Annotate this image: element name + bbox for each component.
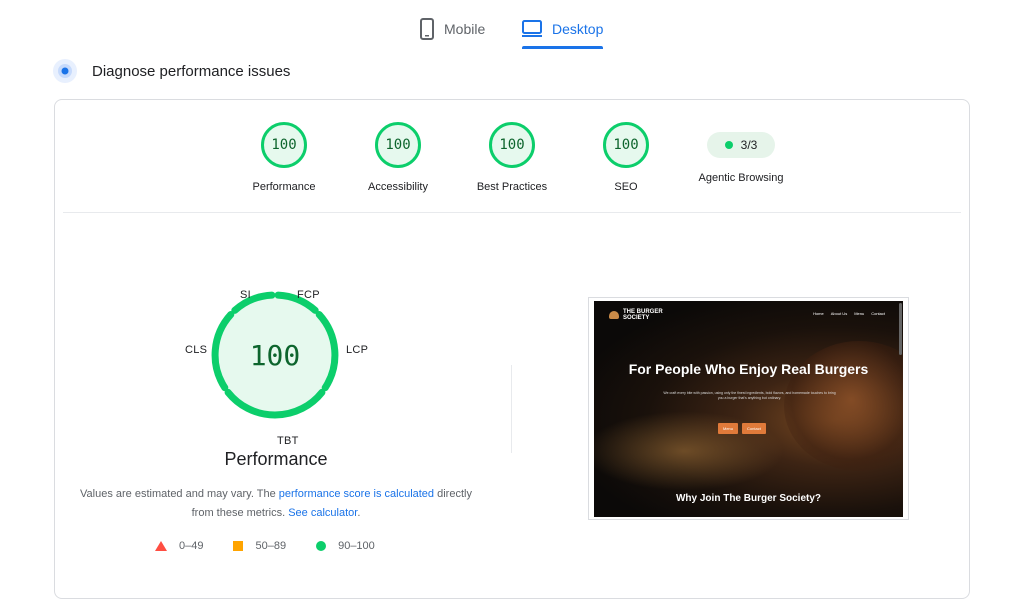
note-text: . [357,507,361,519]
legend-label: 0–49 [179,540,204,552]
tab-desktop[interactable]: Desktop [522,12,604,49]
performance-gauge: 100 [211,291,339,419]
gauge-label: Accessibility [368,181,428,193]
gauge-label: SEO [614,181,638,193]
phone-icon [420,18,434,40]
site-hero-buttons: Menu Contact [718,423,766,434]
monitor-icon [522,20,542,37]
tab-mobile-label: Mobile [444,21,486,37]
note-text: Values are estimated and may vary. The [80,488,279,500]
pass-circle-icon [316,541,327,551]
score-ring: 100 [375,122,421,168]
legend-label: 90–100 [338,540,375,552]
metric-label-lcp: LCP [346,344,369,356]
site-why-heading: Why Join The Burger Society? [675,493,822,504]
see-calculator-link[interactable]: See calculator [288,507,357,519]
site-contact-button: Contact [742,423,766,434]
metric-label-tbt: TBT [277,435,299,447]
divider [63,212,961,213]
score-note: Values are estimated and may vary. The p… [79,485,473,523]
site-hero-subtitle: We craft every bite with passion, using … [663,391,836,400]
site-nav-item: Home [813,311,824,316]
site-hero-title: For People Who Enjoy Real Burgers [628,361,869,377]
gauge-agentic-browsing[interactable]: 3/3 Agentic Browsing [686,122,796,184]
score-ring: 100 [603,122,649,168]
agentic-pill: 3/3 [707,132,775,158]
device-tabs: Mobile Desktop [0,0,1024,52]
performance-score-link[interactable]: performance score is calculated [279,488,434,500]
site-logo: THE BURGER SOCIETY [609,309,663,321]
site-nav-item: About Us [830,311,848,316]
screenshot-image: THE BURGER SOCIETY Home About Us Menu Con… [594,301,903,517]
metric-label-cls: CLS [185,344,208,356]
gauge-label: Agentic Browsing [698,172,784,184]
diagnose-title: Diagnose performance issues [92,62,291,80]
gauge-best-practices[interactable]: 100 Best Practices [457,122,567,193]
gauge-label: Best Practices [476,181,548,193]
lab-data-icon [53,59,77,83]
burger-logo-icon [609,311,619,319]
gauge-performance[interactable]: 100 Performance [229,122,339,193]
site-nav: Home About Us Menu Contact [813,311,885,316]
fail-triangle-icon [155,541,167,551]
metric-label-fcp: FCP [297,289,320,301]
average-square-icon [233,541,244,551]
legend-fail: 0–49 [155,540,203,552]
legend-pass: 90–100 [316,540,375,552]
category-gauges: 100 Performance 100 Accessibility 100 Be… [55,100,969,212]
logo-text: SOCIETY [623,315,650,321]
tab-mobile[interactable]: Mobile [420,12,485,46]
gauge-accessibility[interactable]: 100 Accessibility [343,122,453,193]
legend-average: 50–89 [233,540,286,552]
vertical-divider [511,365,512,453]
score-ring: 100 [261,122,307,168]
final-screenshot[interactable]: THE BURGER SOCIETY Home About Us Menu Con… [588,297,909,520]
gauge-label: Performance [252,181,316,193]
agentic-value: 3/3 [740,138,758,152]
site-nav-item: Menu [854,311,865,316]
legend-label: 50–89 [255,540,287,552]
gauge-score: 100 [250,339,301,372]
score-ring: 100 [489,122,535,168]
report-card: 100 Performance 100 Accessibility 100 Be… [54,99,970,599]
diagnose-header: Diagnose performance issues [52,58,290,84]
score-legend: 0–49 50–89 90–100 [155,540,375,552]
site-menu-button: Menu [718,423,739,434]
metric-label-si: SI [240,289,251,301]
site-nav-item: Contact [871,311,885,316]
screenshot-scrollbar [899,303,902,355]
gauge-seo[interactable]: 100 SEO [571,122,681,193]
pass-dot-icon [724,141,733,149]
tab-desktop-label: Desktop [552,21,604,37]
gauge-title: Performance [224,449,328,469]
